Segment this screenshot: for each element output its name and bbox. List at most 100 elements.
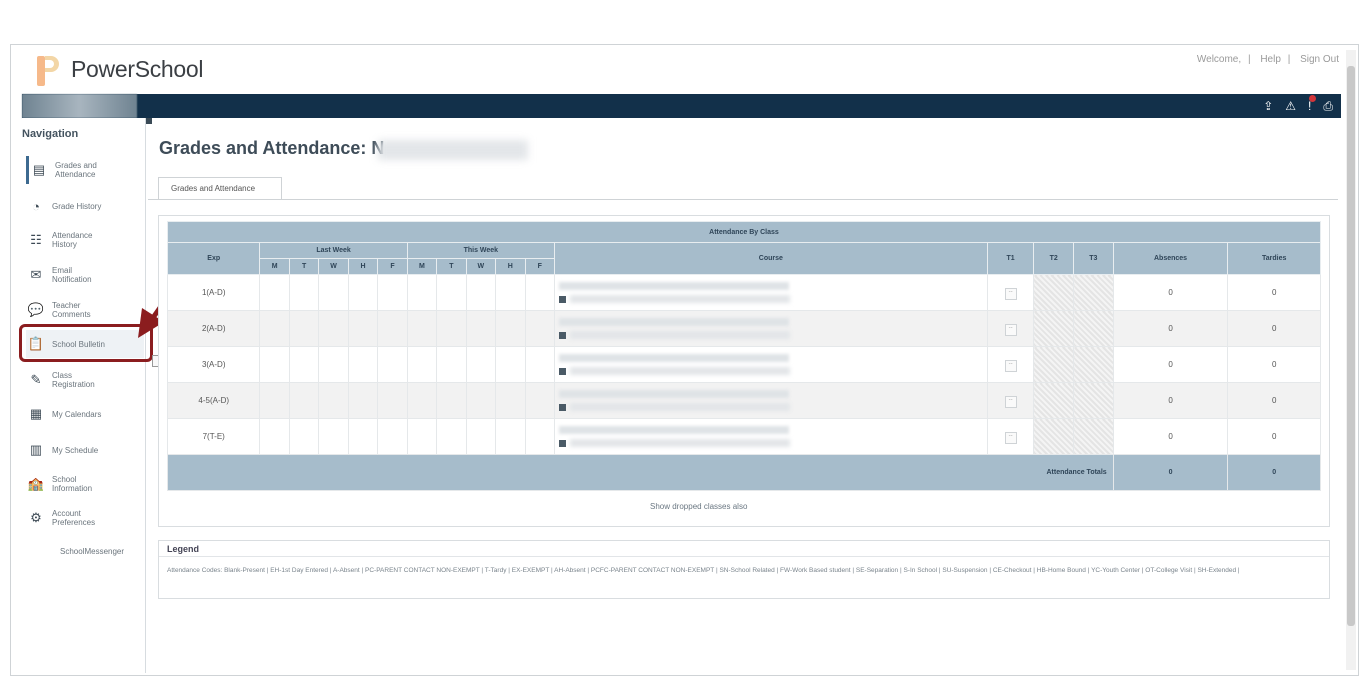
registration-icon: ✎ [30, 372, 42, 387]
toolbar-icons: ⇪ ⚠ ! ⎙ [1263, 95, 1333, 114]
t3-cell [1073, 346, 1114, 383]
exp-cell: 2(A-D) [166, 310, 261, 347]
absences-cell[interactable]: 0 [1112, 382, 1229, 419]
t1-cell[interactable]: -- [986, 418, 1035, 455]
student-name-box[interactable] [22, 94, 137, 118]
export-icon[interactable]: ⇪ [1263, 98, 1273, 114]
top-links: Welcome, | Help | Sign Out [1196, 54, 1339, 65]
sign-out-link[interactable]: Sign Out [1300, 54, 1339, 65]
sidebar-item-label: My Schedule [52, 445, 99, 455]
sidebar-item-school-information[interactable]: 🏫 School Information [26, 470, 144, 498]
brand-name: PowerSchool [71, 56, 204, 82]
student-name-redacted [378, 140, 528, 160]
comments-icon: 💬 [27, 302, 45, 317]
t2-cell [1033, 382, 1075, 419]
print-icon[interactable]: ⎙ [1323, 98, 1333, 114]
show-dropped-classes-link[interactable]: Show dropped classes also [650, 502, 747, 511]
top-toolbar: ⇪ ⚠ ! ⎙ [22, 94, 1341, 118]
schedule-icon: ▥ [29, 442, 43, 457]
tab-grades-attendance[interactable]: Grades and Attendance [158, 177, 282, 199]
scrollbar-thumb[interactable] [1347, 66, 1355, 626]
sidebar-item-label: Class Registration [52, 371, 95, 389]
totals-row: Attendance Totals 0 0 [167, 454, 1321, 491]
t1-cell[interactable]: -- [986, 346, 1035, 383]
tardies-header: Tardies [1227, 242, 1321, 275]
absences-cell[interactable]: 0 [1112, 274, 1229, 311]
page-header: PowerSchool Welcome, | Help | Sign Out [22, 50, 1351, 92]
account-icon: ⚙ [30, 510, 42, 525]
exp-header: Exp [166, 242, 261, 275]
history-icon: ◔ [32, 198, 40, 214]
sidebar-item-class-registration[interactable]: ✎ Class Registration [26, 366, 144, 394]
day-header: M [259, 258, 290, 275]
tardies-cell[interactable]: 0 [1227, 274, 1321, 311]
this-week-header: This Week [406, 242, 555, 259]
course-header: Course [553, 242, 988, 275]
day-header: T [436, 258, 467, 275]
sidebar-item-label: School Information [52, 475, 93, 493]
email-teacher-icon[interactable] [558, 331, 566, 339]
sidebar-footer-link[interactable]: SchoolMessenger [60, 547, 124, 556]
navigation-sidebar: Navigation ▤ Grades and Attendance ◔ Gra… [22, 118, 146, 673]
t2-cell [1033, 274, 1075, 311]
nav-title: Navigation [22, 128, 79, 140]
day-header: F [524, 258, 555, 275]
email-teacher-icon[interactable] [558, 439, 566, 447]
school-icon: 🏫 [27, 476, 45, 491]
sidebar-item-label: Grade History [52, 201, 102, 211]
email-teacher-icon[interactable] [558, 295, 566, 303]
email-teacher-icon[interactable] [558, 403, 566, 411]
sidebar-item-account-preferences[interactable]: ⚙ Account Preferences [26, 504, 144, 532]
t2-header: T2 [1033, 242, 1075, 275]
t1-cell[interactable]: -- [986, 310, 1035, 347]
legend-divider [159, 556, 1329, 557]
day-header: H [495, 258, 526, 275]
tardies-cell[interactable]: 0 [1227, 310, 1321, 347]
tardies-cell[interactable]: 0 [1227, 346, 1321, 383]
tardies-cell[interactable]: 0 [1227, 382, 1321, 419]
welcome-text: Welcome, [1196, 54, 1242, 65]
absences-cell[interactable]: 0 [1112, 418, 1229, 455]
t3-cell [1073, 382, 1114, 419]
table-caption: Attendance By Class [167, 221, 1321, 243]
total-tardies: 0 [1227, 454, 1321, 491]
email-teacher-icon[interactable] [558, 367, 566, 375]
t1-cell[interactable]: -- [986, 382, 1035, 419]
absences-cell[interactable]: 0 [1112, 346, 1229, 383]
absences-header: Absences [1112, 242, 1229, 275]
sidebar-item-my-schedule[interactable]: ▥ My Schedule [26, 436, 144, 464]
alert-icon[interactable]: ⚠ [1285, 98, 1296, 114]
last-week-header: Last Week [259, 242, 408, 259]
course-cell[interactable] [553, 310, 988, 347]
absences-cell[interactable]: 0 [1112, 310, 1229, 347]
attendance-table: Attendance By Class Exp Last Week This W… [166, 221, 1321, 491]
sidebar-item-grades-attendance[interactable]: ▤ Grades and Attendance [26, 156, 147, 184]
notification-icon[interactable]: ! [1308, 95, 1317, 114]
exp-cell: 3(A-D) [166, 346, 261, 383]
day-header: T [288, 258, 320, 275]
course-cell[interactable] [553, 418, 988, 455]
page-scrollbar[interactable] [1346, 50, 1356, 670]
legend-text: Attendance Codes: Blank-Present | EH-1st… [167, 567, 1240, 574]
day-header: F [377, 258, 408, 275]
course-cell[interactable] [553, 274, 988, 311]
sidebar-item-my-calendars[interactable]: ▦ My Calendars [26, 400, 144, 428]
tab-divider [148, 199, 1338, 200]
course-cell[interactable] [553, 382, 988, 419]
sidebar-collapse-handle[interactable] [146, 118, 152, 124]
exp-cell: 4-5(A-D) [166, 382, 261, 419]
tardies-cell[interactable]: 0 [1227, 418, 1321, 455]
sidebar-item-label: Teacher Comments [52, 301, 91, 319]
help-link[interactable]: Help [1260, 54, 1281, 65]
sidebar-item-grade-history[interactable]: ◔ Grade History [26, 192, 144, 220]
t1-cell[interactable]: -- [986, 274, 1035, 311]
t3-cell [1073, 274, 1114, 311]
course-cell[interactable] [553, 346, 988, 383]
day-header: W [318, 258, 349, 275]
grades-icon: ▤ [32, 162, 46, 177]
table-row: 2(A-D) -- 0 0 [166, 310, 1321, 347]
exp-cell: 7(T-E) [166, 418, 261, 455]
table-row: 1(A-D) -- 0 0 [166, 274, 1321, 311]
page-title: Grades and Attendance: N [159, 138, 385, 158]
t2-cell [1033, 418, 1075, 455]
